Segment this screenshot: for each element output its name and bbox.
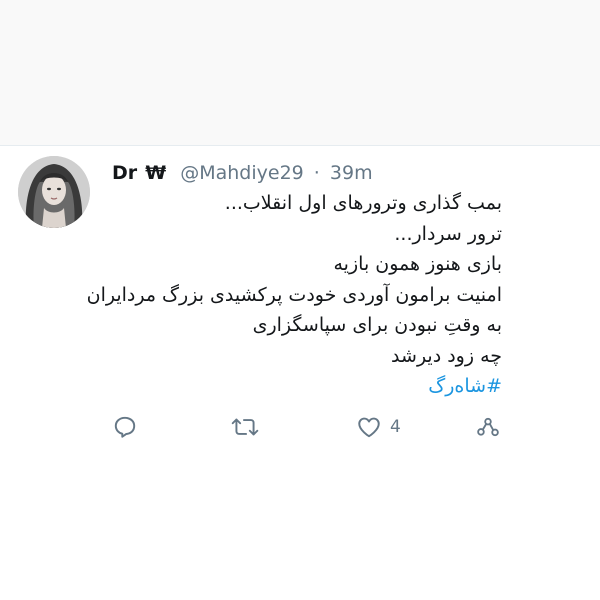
share-button[interactable]: [474, 412, 502, 442]
hashtag-link[interactable]: #شاه‌رگ: [428, 375, 502, 397]
tweet-header: Dr ₩ @Mahdiye29 · 39m: [112, 160, 373, 186]
hashtag-line: #شاه‌رگ: [100, 371, 502, 402]
share-icon: [474, 414, 502, 440]
reply-button[interactable]: [112, 412, 138, 442]
retweet-button[interactable]: [230, 412, 260, 442]
tweet-line: به وقتِ نبودن برای سپاسگزاری: [252, 314, 502, 336]
tweet-text: بمب گذاری وترورهای اول انقلاب... ترور سر…: [86, 188, 503, 402]
like-button[interactable]: 4: [356, 412, 401, 442]
tweet-line: امنیت برامون آوردی خودت پرکشیدی بزرگ مرد…: [86, 283, 502, 306]
timestamp[interactable]: 39m: [330, 162, 373, 184]
heart-icon: [356, 414, 382, 440]
user-handle[interactable]: @Mahdiye29: [180, 162, 304, 184]
tweet-line: بمب گذاری وترورهای اول انقلاب...: [224, 192, 502, 214]
tweet-line: ترور سردار...: [394, 222, 502, 245]
tweet-card[interactable]: Dr ₩ @Mahdiye29 · 39m بمب گذاری وترورهای…: [0, 146, 600, 600]
retweet-icon: [230, 414, 260, 440]
empty-top-area: [0, 0, 600, 145]
separator-dot: ·: [313, 162, 320, 184]
reply-icon: [112, 414, 138, 440]
like-count: 4: [390, 417, 401, 437]
display-name[interactable]: Dr: [112, 162, 137, 184]
tweet-line: بازی هنوز همون بازیه: [333, 253, 503, 275]
tweet-line: چه زود دیرشد: [391, 344, 502, 367]
tweet-actions: 4: [0, 412, 600, 442]
name-symbol: ₩: [145, 162, 167, 184]
avatar[interactable]: [18, 156, 90, 228]
